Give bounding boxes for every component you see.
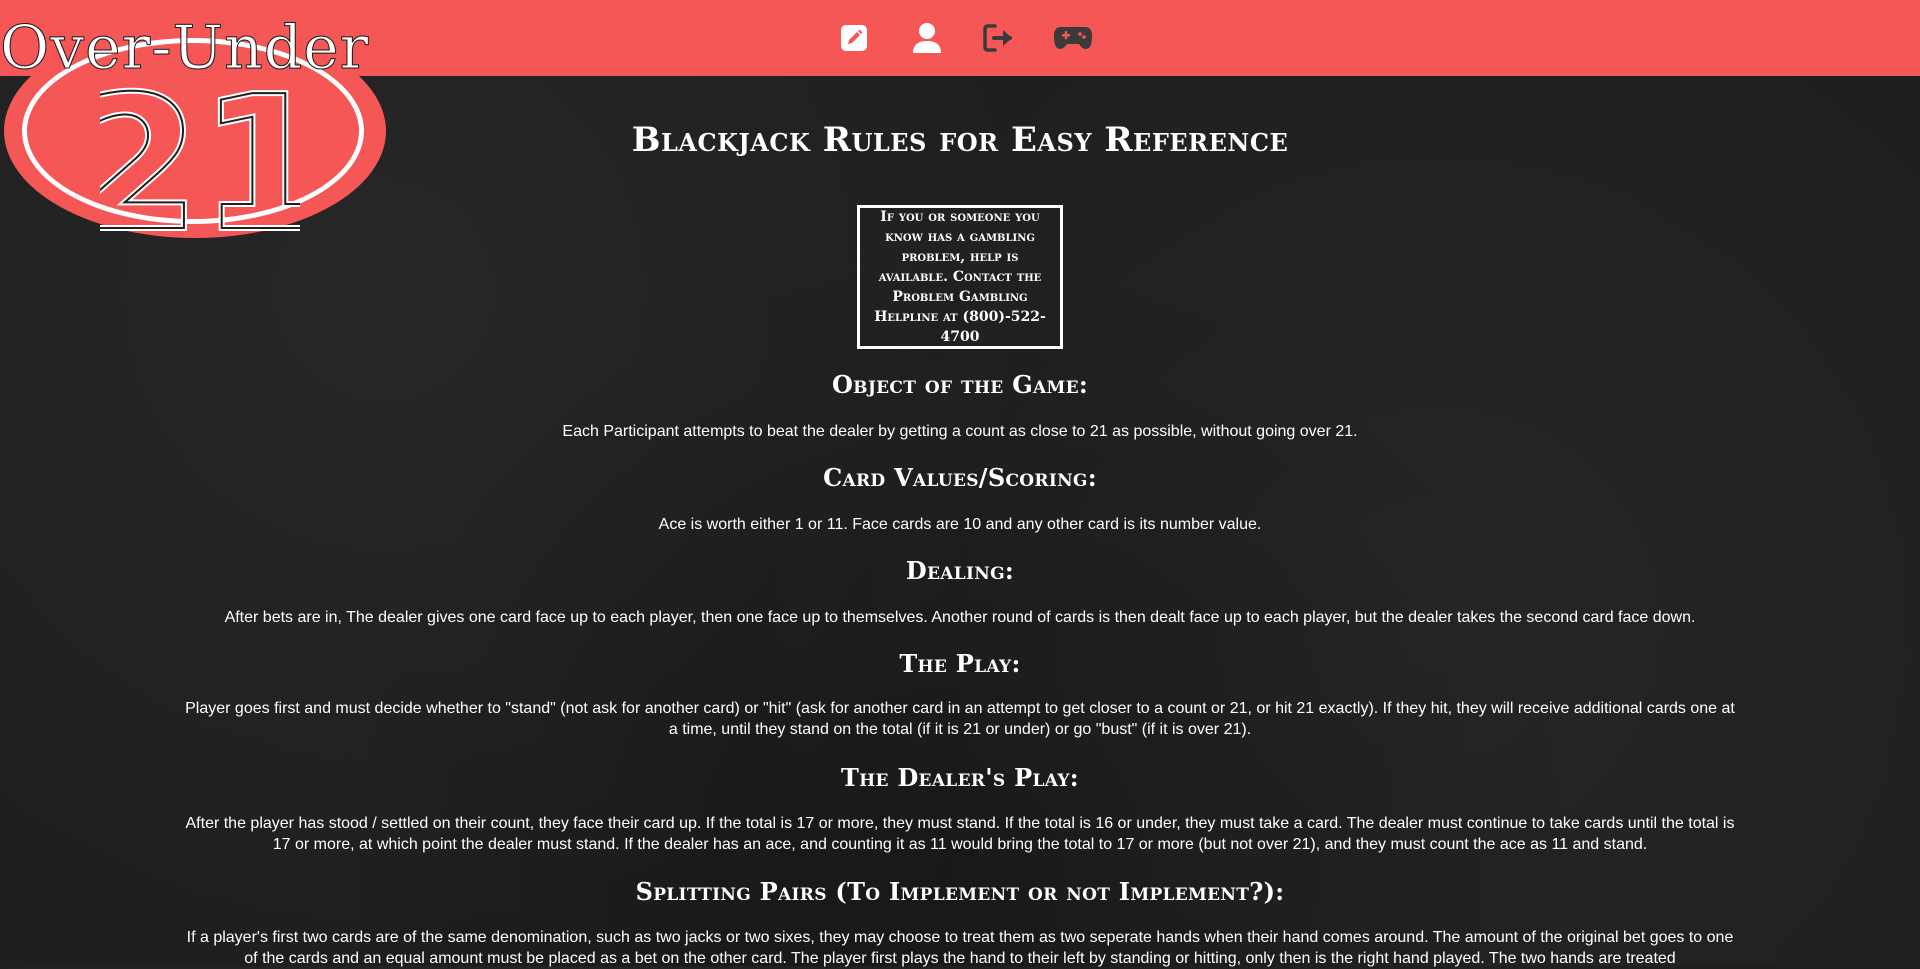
section-heading-card-values: Card Values/Scoring: bbox=[823, 463, 1097, 492]
nav-icon-group bbox=[834, 18, 1093, 58]
section-text-splitting-pairs: If a player's first two cards are of the… bbox=[186, 929, 1734, 967]
gamepad-icon[interactable] bbox=[1053, 18, 1093, 58]
logo-number-21: 21 21 bbox=[100, 78, 300, 248]
section-text-dealers-play: After the player has stood / settled on … bbox=[185, 815, 1735, 853]
section-text-object: Each Participant attempts to beat the de… bbox=[562, 423, 1358, 440]
section-heading-dealers-play: The Dealer's Play: bbox=[841, 763, 1079, 792]
edit-icon[interactable] bbox=[834, 18, 874, 58]
logo-title: Over-Under bbox=[0, 13, 370, 84]
section-text-the-play: Player goes first and must decide whethe… bbox=[185, 700, 1735, 738]
section-text-card-values: Ace is worth either 1 or 11. Face cards … bbox=[658, 516, 1262, 533]
section-heading-splitting-pairs: Splitting Pairs (To Implement or not Imp… bbox=[635, 877, 1285, 906]
user-icon[interactable] bbox=[907, 18, 947, 58]
section-heading-object: Object of the Game: bbox=[831, 370, 1089, 399]
section-heading-the-play: The Play: bbox=[899, 649, 1021, 678]
gambling-help-notice: If you or someone you know has a gamblin… bbox=[857, 205, 1063, 349]
page-title: Blackjack Rules for Easy Reference bbox=[631, 120, 1289, 160]
logout-icon[interactable] bbox=[980, 18, 1020, 58]
help-notice-text: If you or someone you know has a gamblin… bbox=[874, 209, 1046, 345]
logo-number-inner: 21 bbox=[100, 78, 300, 248]
section-heading-dealing: Dealing: bbox=[905, 556, 1015, 585]
section-text-dealing: After bets are in, The dealer gives one … bbox=[224, 609, 1696, 626]
